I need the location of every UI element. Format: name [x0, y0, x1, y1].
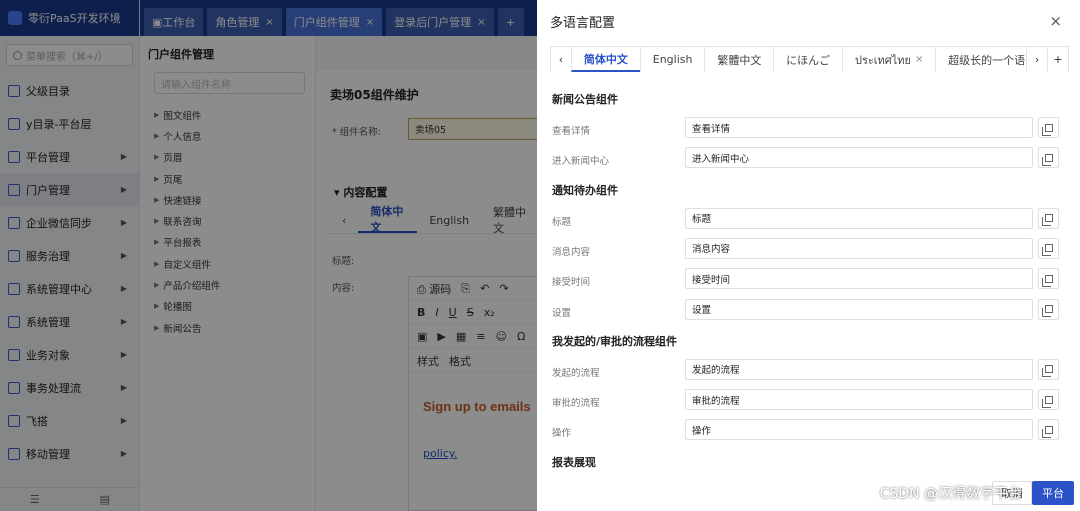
translation-input[interactable]: 进入新闻中心 — [685, 147, 1033, 169]
language-tab-label: にほんご — [786, 53, 831, 67]
modal-backdrop[interactable] — [0, 0, 540, 511]
language-tab-label: ประเทศไทย — [854, 53, 912, 67]
field-label: 接受时间 — [552, 277, 591, 289]
translation-input[interactable]: 审批的流程 — [685, 389, 1033, 411]
multilang-drawer: 多语言配置 × ‹ 简体中文 English 繁體中文 にほんご ประเทศไทย × 超级… — [537, 0, 1080, 511]
field-label: 消息内容 — [552, 246, 591, 258]
copy-icon — [1041, 153, 1053, 166]
field-label: 发起的流程 — [552, 367, 600, 379]
section-title: 我发起的/审批的流程组件 — [552, 334, 678, 348]
language-tab[interactable]: 简体中文 — [570, 46, 641, 72]
translation-input[interactable]: 查看详情 — [685, 117, 1033, 138]
copy-icon — [1041, 123, 1053, 136]
language-tab-label: 繁體中文 — [717, 53, 762, 67]
tab-prev-icon[interactable]: ‹ — [550, 46, 572, 72]
csdn-watermark: CSDN @汉得数字平台 — [879, 486, 1022, 502]
copy-icon — [1041, 274, 1053, 287]
section-title: 新闻公告组件 — [552, 93, 618, 106]
close-icon[interactable]: × — [1049, 12, 1062, 30]
copy-button[interactable] — [1038, 147, 1059, 169]
translation-input[interactable]: 标题 — [685, 207, 1033, 229]
translation-input[interactable]: 接受时间 — [685, 268, 1033, 290]
field-label: 操作 — [552, 428, 572, 440]
copy-icon — [1041, 214, 1053, 227]
field-label: 查看详情 — [552, 126, 591, 137]
confirm-button[interactable]: 平台 — [1032, 481, 1074, 505]
section-title: 报表展现 — [552, 455, 596, 469]
language-tab[interactable]: English — [639, 46, 706, 72]
section-title: 通知待办组件 — [552, 183, 618, 197]
copy-button[interactable] — [1038, 268, 1059, 290]
language-tab[interactable]: にほんご — [773, 46, 843, 72]
language-tab-label: 简体中文 — [583, 52, 628, 66]
translation-input[interactable]: 设置 — [685, 298, 1033, 320]
copy-icon — [1041, 395, 1053, 408]
copy-button[interactable] — [1038, 298, 1059, 320]
add-language-icon[interactable]: + — [1047, 46, 1069, 72]
language-tab[interactable]: 超级长的一个语 — [935, 46, 1028, 72]
copy-icon — [1041, 305, 1053, 317]
copy-button[interactable] — [1038, 207, 1059, 229]
drawer-title: 多语言配置 — [550, 16, 616, 31]
field-label: 设置 — [552, 307, 572, 319]
copy-button[interactable] — [1038, 419, 1059, 441]
copy-icon — [1041, 425, 1053, 438]
translation-input[interactable]: 发起的流程 — [685, 358, 1033, 380]
field-label: 标题 — [552, 216, 572, 228]
copy-button[interactable] — [1038, 389, 1059, 411]
app-root: 零衍PaaS开发环境 菜单搜索（⌘+/） 父级目录 y目录-平台层 平台管理 ▶ 门户管… — [0, 0, 1080, 511]
language-tab-label: English — [652, 53, 693, 66]
language-tab[interactable]: ประเทศไทย × — [841, 46, 937, 72]
translation-input[interactable]: 消息内容 — [685, 237, 1033, 259]
field-label: 进入新闻中心 — [552, 156, 610, 168]
copy-button[interactable] — [1038, 358, 1059, 380]
copy-icon — [1041, 365, 1053, 378]
field-label: 审批的流程 — [552, 398, 600, 410]
close-icon[interactable]: × — [915, 54, 923, 65]
language-tab-label: 超级长的一个语 — [948, 53, 1026, 67]
copy-button[interactable] — [1038, 117, 1059, 138]
tab-next-icon[interactable]: › — [1026, 46, 1049, 72]
language-tabs: ‹ 简体中文 English 繁體中文 にほんご ประเทศไทย × 超级长的一个语 › + — [550, 46, 1069, 72]
copy-button[interactable] — [1038, 237, 1059, 259]
copy-icon — [1041, 244, 1053, 257]
language-tab[interactable]: 繁體中文 — [704, 46, 775, 72]
translation-input[interactable]: 操作 — [685, 419, 1033, 441]
